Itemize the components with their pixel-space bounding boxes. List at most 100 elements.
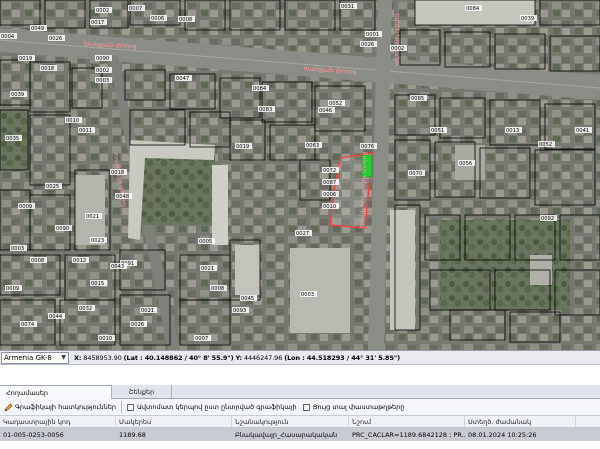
- toolbar-divider: [120, 401, 122, 413]
- x-value: 8458953.90: [83, 353, 122, 362]
- svg-text:0047: 0047: [176, 76, 189, 82]
- svg-text:0085: 0085: [411, 96, 424, 102]
- svg-text:0006: 0006: [323, 192, 336, 198]
- parcel-label: 0002: [95, 7, 112, 14]
- show-documents-label: Ցույց տալ փաստաթղթերը: [312, 403, 405, 411]
- parcel-label: 0074: [20, 321, 37, 328]
- svg-text:0048: 0048: [116, 194, 129, 200]
- parcel-label: 0085: [410, 95, 427, 102]
- parcel-label: 0002: [390, 45, 407, 52]
- svg-text:0021: 0021: [86, 214, 99, 220]
- column-header[interactable]: Նշում: [349, 416, 465, 427]
- svg-text:0007: 0007: [195, 336, 208, 342]
- cadastral-code-cell: 01-005-0253-0056: [3, 430, 64, 439]
- grid-header: Կադաստրային կոդ Մակերես Նշանակություն Նշ…: [0, 416, 600, 428]
- tab-parcels-label: Հողամասեր: [6, 388, 49, 397]
- svg-text:0003: 0003: [301, 292, 314, 298]
- svg-text:0023: 0023: [91, 238, 104, 244]
- parcel-label: 0010: [65, 117, 82, 124]
- tab-parcels[interactable]: Հողամասեր: [0, 385, 112, 399]
- parcel-label: 0010: [98, 335, 115, 342]
- parcel-label: 0051: [430, 127, 447, 134]
- svg-text:0019: 0019: [236, 144, 249, 150]
- purpose-cell: Բնակավայր_Հասարակական: [235, 430, 338, 439]
- column-header[interactable]: Ստեղծ. ժամանակ: [465, 416, 576, 427]
- parcel-label: 0019: [18, 55, 35, 62]
- parcel-label: 0003: [300, 291, 317, 298]
- svg-text:0012: 0012: [73, 258, 86, 264]
- parcel-label: 0010: [322, 203, 339, 210]
- parcel-label: 0008: [178, 16, 195, 23]
- pencil-icon: [4, 403, 13, 412]
- south-building: [290, 248, 350, 333]
- parcel-label: 0004: [0, 33, 17, 40]
- svg-text:0013: 0013: [506, 128, 519, 134]
- auto-select-checkbox[interactable]: Ավտոմատ կերպով ըստ ընտրված գրաֆիկայի: [126, 403, 297, 411]
- parcel-label: 0003: [95, 77, 112, 84]
- svg-text:0076: 0076: [361, 144, 374, 150]
- svg-text:0011: 0011: [79, 128, 92, 134]
- show-documents-checkbox[interactable]: Ցույց տալ փաստաթղթերը: [302, 403, 405, 411]
- svg-text:0092: 0092: [541, 216, 554, 222]
- parcel-label: 0006: [322, 191, 339, 198]
- parcel-label: 0018: [40, 65, 57, 72]
- svg-text:0026: 0026: [361, 42, 374, 48]
- edit-graphics-button[interactable]: Գրաֆիկայի հատկություններ: [2, 401, 118, 414]
- parcel-label: 0044: [48, 313, 65, 320]
- created-cell: 08.01.2024 10:25:26: [468, 430, 537, 439]
- parcel-label: 0005: [198, 238, 215, 245]
- parcel-label: 0026: [130, 321, 147, 328]
- column-header[interactable]: Մակերես: [116, 416, 232, 427]
- svg-text:0035: 0035: [6, 136, 19, 142]
- svg-text:0025: 0025: [46, 184, 59, 190]
- svg-text:0049: 0049: [31, 26, 44, 32]
- column-header[interactable]: Կադաստրային կոդ: [0, 416, 116, 427]
- svg-text:0019: 0019: [19, 56, 32, 62]
- parcel-label: 0039: [10, 91, 27, 98]
- svg-text:0074: 0074: [21, 322, 35, 328]
- svg-text:0041: 0041: [576, 128, 589, 134]
- parcel-label: 0084: [252, 85, 269, 92]
- svg-text:0052: 0052: [329, 101, 342, 107]
- svg-text:0083: 0083: [259, 107, 272, 113]
- parcel-label: 0090: [95, 55, 112, 62]
- parcel-label: 0087: [322, 179, 339, 186]
- svg-text:0006: 0006: [151, 16, 164, 22]
- svg-text:0056: 0056: [459, 161, 472, 167]
- parcel-label: 0039: [520, 15, 537, 22]
- svg-text:0018: 0018: [41, 66, 54, 72]
- svg-text:0043: 0043: [111, 264, 124, 270]
- parcel-label: 0090: [55, 225, 72, 232]
- svg-text:0072: 0072: [323, 168, 336, 174]
- svg-text:0039: 0039: [521, 16, 534, 22]
- parcel-label: 0008: [210, 285, 227, 292]
- svg-text:0018: 0018: [111, 170, 124, 176]
- svg-text:0051: 0051: [431, 128, 444, 134]
- parcel-label: 0026: [48, 35, 65, 42]
- lon-text: (Lon : 44.518293 / 44° 31' 5.85"): [284, 353, 401, 362]
- parcel-label: 0049: [30, 25, 47, 32]
- map-view[interactable]: Խանջյան փողոց Խանջյան փողոց Եզնիկ Կողբացու…: [0, 0, 600, 350]
- tab-buildings[interactable]: Շենքեր: [112, 385, 172, 399]
- parcel-label: 0084: [465, 5, 482, 12]
- table-row[interactable]: 01-005-0253-0056 1189.68 Բնակավայր_Հասար…: [0, 428, 600, 441]
- x-label: X:: [74, 353, 82, 362]
- parcel-label: 0063: [305, 142, 322, 149]
- svg-text:0015: 0015: [91, 281, 104, 287]
- aerial-map[interactable]: Խանջյան փողոցԽանջյան փողոցԵզնիկ Կողբացու…: [0, 0, 600, 350]
- parcel-label: 0006: [150, 15, 167, 22]
- column-header[interactable]: Նշանակություն: [232, 416, 349, 427]
- parcel-label: 0026: [360, 41, 377, 48]
- svg-text:0031: 0031: [341, 4, 354, 10]
- parcel-label: 0009: [5, 285, 22, 292]
- svg-text:0002: 0002: [391, 46, 404, 52]
- parcel-label: 0009: [18, 203, 35, 210]
- checkbox-icon: [126, 403, 134, 411]
- parcel-label: 0008: [30, 257, 47, 264]
- parcel-label: 0019: [235, 143, 252, 150]
- svg-text:0001: 0001: [366, 32, 379, 38]
- parcel-label: 0007: [128, 5, 145, 12]
- crs-select[interactable]: Armenia GK-8 ▼: [1, 351, 69, 364]
- svg-text:0093: 0093: [233, 308, 246, 314]
- coordinate-readout: X: 8458953.90 (Lat : 40.148862 / 40° 8' …: [74, 354, 400, 362]
